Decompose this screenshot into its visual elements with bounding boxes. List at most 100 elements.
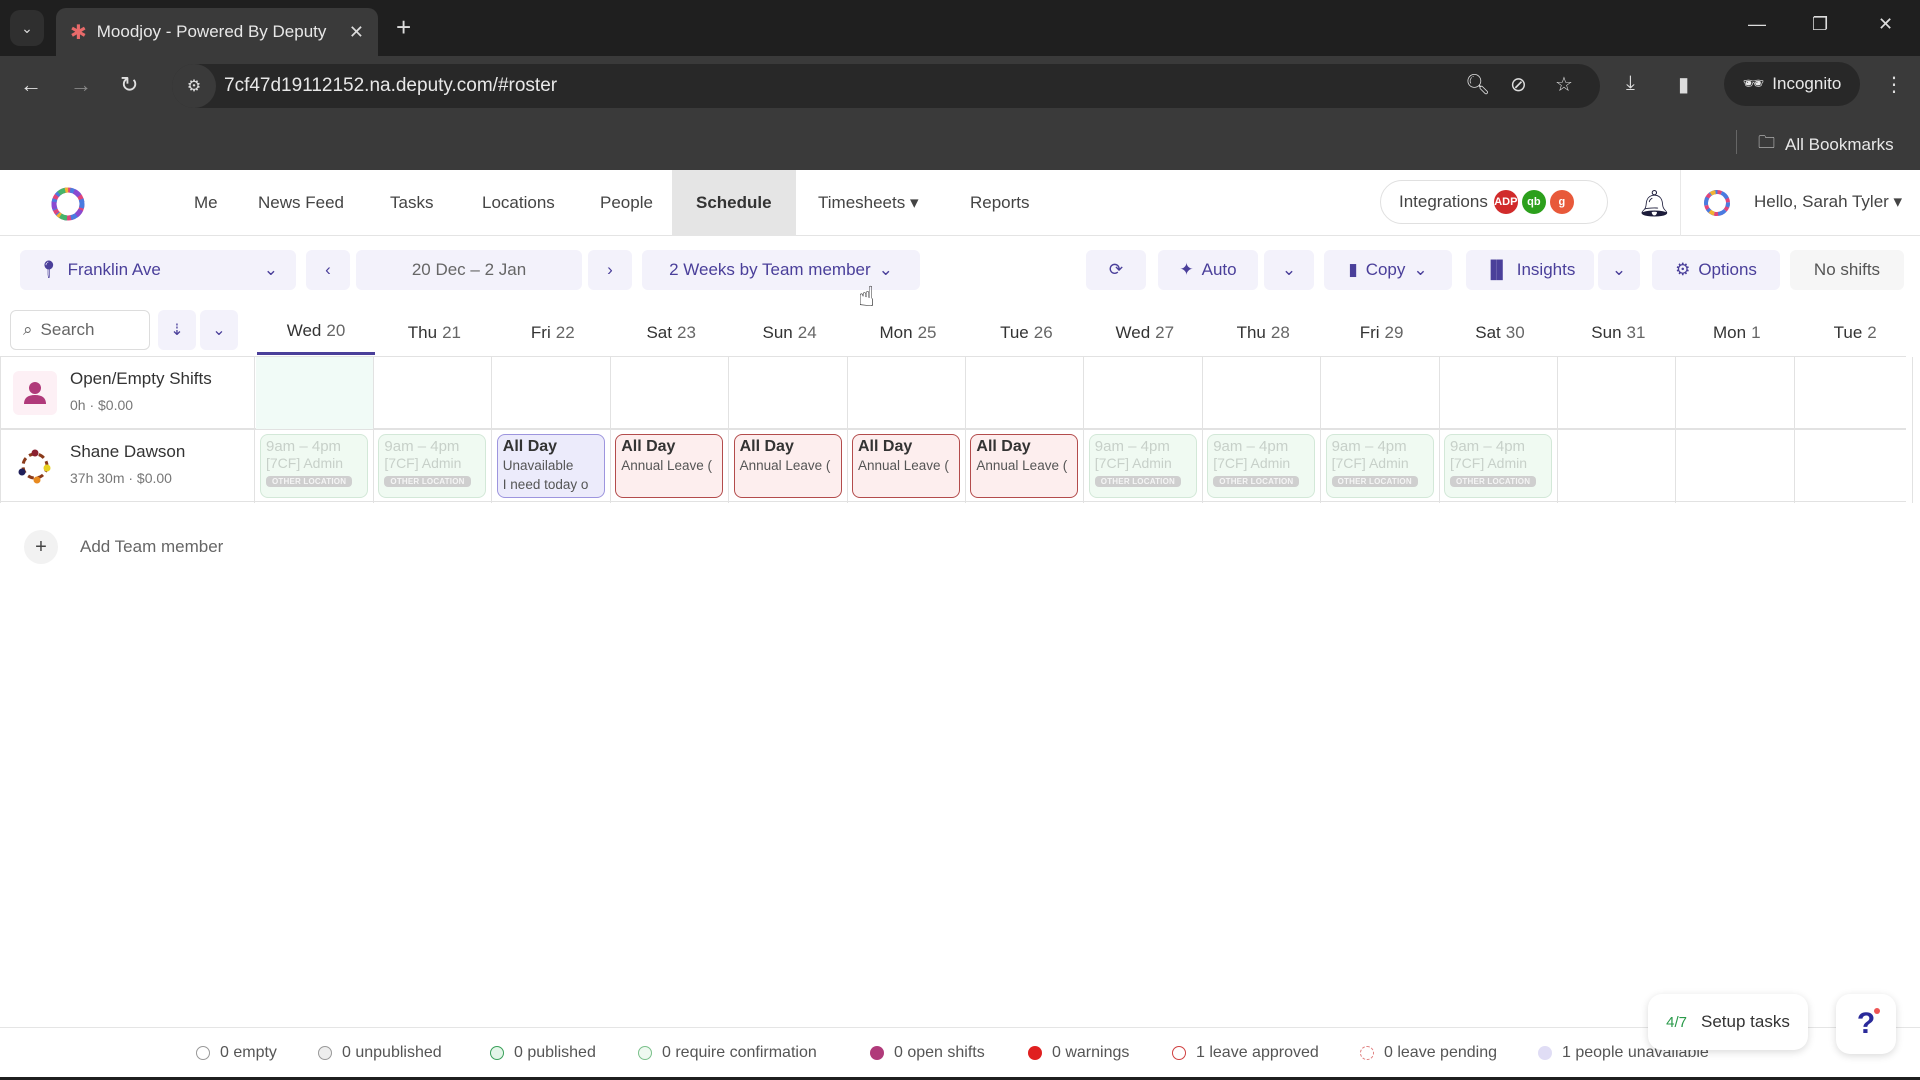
schedule-cell[interactable] — [848, 357, 966, 430]
all-bookmarks-button[interactable]: 🗀 All Bookmarks — [1758, 130, 1894, 159]
leave-card[interactable]: All Day Annual Leave ( — [733, 434, 842, 498]
day-header[interactable]: Fri 29 — [1323, 310, 1441, 355]
leave-card[interactable]: All Day Annual Leave ( — [852, 434, 960, 498]
day-header[interactable]: Thu 28 — [1204, 310, 1322, 355]
day-header[interactable]: Mon 25 — [849, 310, 967, 355]
back-icon[interactable]: ← — [20, 72, 42, 98]
bookmark-star-icon[interactable]: ☆ — [1555, 72, 1573, 97]
user-avatar[interactable] — [1700, 186, 1734, 220]
close-tab-icon[interactable]: ✕ — [349, 22, 364, 43]
reload-icon[interactable]: ↻ — [120, 72, 138, 98]
legend-item[interactable]: 0 warnings — [1028, 1044, 1129, 1062]
day-header[interactable]: Sat 30 — [1441, 310, 1559, 355]
close-window-icon[interactable]: ✕ — [1878, 14, 1893, 35]
zoom-icon[interactable]: 🔍︎ — [1465, 72, 1490, 97]
schedule-cell[interactable] — [1677, 430, 1795, 503]
schedule-cell[interactable]: 9am – 4pm [7CF] Admin OTHER LOCATION — [1085, 430, 1203, 503]
insights-dropdown[interactable]: ⌄ — [1598, 250, 1640, 290]
url-text[interactable]: 7cf47d19112152.na.deputy.com/#roster — [224, 75, 557, 97]
day-header[interactable]: Mon 1 — [1678, 310, 1796, 355]
copy-button[interactable]: ▮ Copy ⌄ — [1324, 250, 1452, 290]
leave-card[interactable]: All Day Annual Leave ( — [970, 434, 1079, 498]
integration-qb-icon[interactable]: qb — [1521, 190, 1546, 214]
day-header[interactable]: Fri 22 — [494, 310, 612, 355]
legend-item[interactable]: 0 leave pending — [1360, 1044, 1497, 1062]
schedule-cell[interactable] — [493, 357, 611, 430]
schedule-cell[interactable] — [1558, 430, 1677, 503]
day-header[interactable]: Tue 26 — [967, 310, 1085, 355]
day-header[interactable]: Sun 31 — [1559, 310, 1677, 355]
schedule-cell[interactable] — [730, 357, 848, 430]
legend-item[interactable]: 0 published — [490, 1044, 596, 1062]
next-period-button[interactable]: › — [588, 250, 632, 290]
location-selector[interactable]: 📍︎ Franklin Ave ⌄ — [20, 250, 296, 290]
legend-item[interactable]: 0 empty — [196, 1044, 277, 1062]
sort-button[interactable]: ⇣ — [158, 310, 196, 350]
schedule-cell[interactable]: All Day Annual Leave ( — [848, 430, 966, 503]
schedule-cell[interactable]: 9am – 4pm [7CF] Admin OTHER LOCATION — [1322, 430, 1440, 503]
shift-card-other-location[interactable]: 9am – 4pm [7CF] Admin OTHER LOCATION — [1088, 434, 1197, 498]
schedule-cell[interactable] — [1322, 357, 1440, 430]
minimize-icon[interactable]: — — [1748, 14, 1766, 35]
schedule-cell[interactable] — [1440, 357, 1558, 430]
setup-tasks-button[interactable]: 4/7 Setup tasks — [1648, 994, 1808, 1050]
deputy-logo[interactable] — [46, 182, 90, 226]
schedule-cell[interactable] — [374, 357, 493, 430]
schedule-cell[interactable] — [1795, 357, 1914, 430]
insights-button[interactable]: ▐▌ Insights — [1466, 250, 1594, 290]
nav-me[interactable]: Me — [170, 170, 242, 236]
leave-card[interactable]: All Day Annual Leave ( — [615, 434, 724, 498]
auto-options-dropdown[interactable]: ⌄ — [1264, 250, 1314, 290]
search-field[interactable]: ⌕ — [10, 310, 150, 350]
schedule-cell[interactable]: All Day Annual Leave ( — [611, 430, 730, 503]
integration-adp-icon[interactable]: ADP — [1493, 190, 1518, 214]
legend-item[interactable]: 0 require confirmation — [638, 1044, 817, 1062]
shift-card-other-location[interactable]: 9am – 4pm [7CF] Admin OTHER LOCATION — [378, 434, 487, 498]
schedule-cell[interactable] — [1677, 357, 1795, 430]
address-bar[interactable]: ⚙ 7cf47d19112152.na.deputy.com/#roster — [172, 64, 1600, 108]
new-tab-button[interactable]: + — [396, 12, 411, 43]
incognito-badge[interactable]: 🕶︎ Incognito — [1724, 62, 1860, 106]
auto-schedule-button[interactable]: ✦ Auto — [1158, 250, 1258, 290]
nav-locations[interactable]: Locations — [458, 170, 579, 236]
legend-item[interactable]: 1 leave approved — [1172, 1044, 1319, 1062]
legend-item[interactable]: 0 unpublished — [318, 1044, 442, 1062]
schedule-cell[interactable] — [1795, 430, 1914, 503]
schedule-cell[interactable]: 9am – 4pm [7CF] Admin OTHER LOCATION — [1203, 430, 1322, 503]
day-header[interactable]: Thu 21 — [375, 310, 493, 355]
unavailability-card[interactable]: All Day Unavailable I need today o — [496, 434, 605, 498]
day-header[interactable]: Tue 2 — [1796, 310, 1914, 355]
shift-card-other-location[interactable]: 9am – 4pm [7CF] Admin OTHER LOCATION — [260, 434, 368, 498]
search-input[interactable] — [40, 320, 131, 340]
schedule-cell[interactable]: 9am – 4pm [7CF] Admin OTHER LOCATION — [256, 430, 374, 503]
shift-card-other-location[interactable]: 9am – 4pm [7CF] Admin OTHER LOCATION — [1444, 434, 1552, 498]
help-button[interactable]: ? — [1836, 994, 1896, 1054]
schedule-cell[interactable] — [1558, 357, 1677, 430]
restore-icon[interactable]: ❐ — [1812, 14, 1828, 35]
date-range-picker[interactable]: 20 Dec – 2 Jan — [356, 250, 582, 290]
integrations-button[interactable]: Integrations ADP qb g — [1380, 180, 1608, 224]
download-icon[interactable]: ⤓ — [1626, 72, 1635, 95]
schedule-cell[interactable]: All Day Unavailable I need today o — [493, 430, 611, 503]
row-header[interactable]: Open/Empty Shifts 0h · $0.00 — [0, 357, 255, 430]
publish-status-button[interactable]: No shifts — [1790, 250, 1904, 290]
day-header[interactable]: Wed 20 — [257, 310, 375, 355]
row-header[interactable]: Shane Dawson 37h 30m · $0.00 — [0, 430, 255, 503]
schedule-cell[interactable] — [611, 357, 730, 430]
schedule-cell[interactable] — [1085, 357, 1203, 430]
nav-timesheets[interactable]: Timesheets ▾ — [794, 170, 943, 236]
nav-reports[interactable]: Reports — [946, 170, 1054, 236]
sort-options-dropdown[interactable]: ⌄ — [200, 310, 238, 350]
tab-search-button[interactable]: ⌄ — [10, 10, 44, 46]
integration-g-icon[interactable]: g — [1549, 190, 1574, 214]
nav-schedule[interactable]: Schedule — [672, 170, 796, 236]
legend-item[interactable]: 0 open shifts — [870, 1044, 985, 1062]
nav-news-feed[interactable]: News Feed — [234, 170, 368, 236]
schedule-cell[interactable] — [256, 357, 374, 430]
browser-tab-active[interactable]: ✱ Moodjoy - Powered By Deputy ✕ — [56, 8, 378, 56]
previous-period-button[interactable]: ‹ — [306, 250, 350, 290]
schedule-cell[interactable] — [966, 357, 1085, 430]
forward-icon[interactable]: → — [70, 72, 92, 98]
site-settings-icon[interactable]: ⚙ — [172, 64, 216, 108]
schedule-cell[interactable]: 9am – 4pm [7CF] Admin OTHER LOCATION — [1440, 430, 1558, 503]
